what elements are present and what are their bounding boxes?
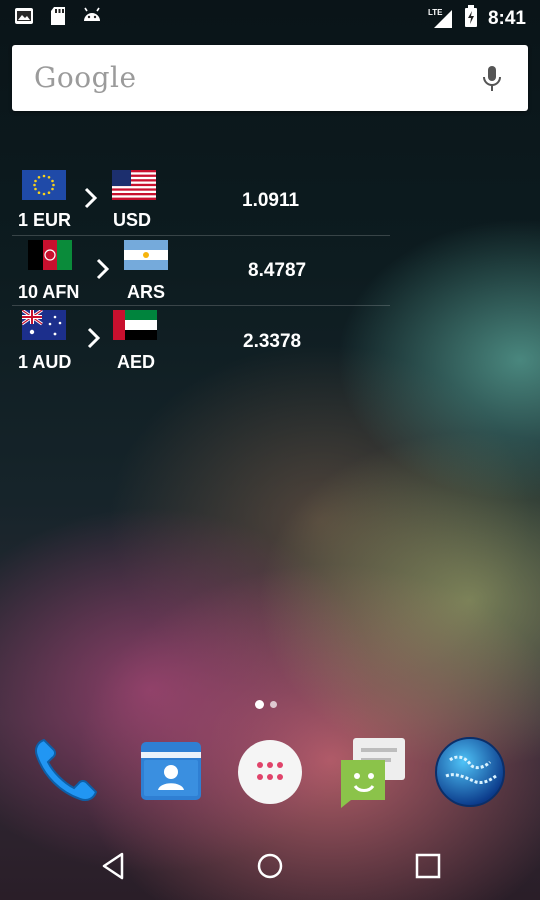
page-dot-active xyxy=(255,700,264,709)
currency-row[interactable]: 10 AFN ARS 8.4787 xyxy=(0,235,392,305)
page-indicator xyxy=(255,700,277,709)
eu-flag-icon xyxy=(22,170,66,200)
chevron-right-icon xyxy=(87,327,101,349)
phone-icon[interactable] xyxy=(28,732,104,808)
currency-widget[interactable]: 1 EUR USD 1.0911 10 AFN ARS 8.4787 1 AUD… xyxy=(0,165,392,375)
contacts-icon[interactable] xyxy=(134,732,210,808)
messaging-icon[interactable] xyxy=(333,732,409,808)
currency-row[interactable]: 1 AUD AED 2.3378 xyxy=(0,305,392,375)
ae-flag-icon xyxy=(113,310,157,340)
af-flag-icon xyxy=(28,240,72,270)
signal-icon: LTE xyxy=(428,8,454,30)
from-currency-label: 10 AFN xyxy=(18,282,80,302)
mic-icon[interactable] xyxy=(482,65,502,98)
clock: 8:41 xyxy=(487,7,526,29)
google-search-bar[interactable]: Google xyxy=(12,45,528,111)
battery-charging-icon xyxy=(464,5,478,32)
page-dot xyxy=(270,701,277,708)
to-currency-label: AED xyxy=(117,352,156,372)
google-logo: Google xyxy=(34,61,137,94)
navigation-bar xyxy=(0,830,540,900)
home-icon[interactable] xyxy=(254,850,286,882)
chevron-right-icon xyxy=(96,258,110,280)
network-label: LTE xyxy=(427,7,443,17)
notification-icons xyxy=(14,6,102,26)
back-icon[interactable] xyxy=(98,850,130,882)
exchange-rate: 2.3378 xyxy=(243,331,302,352)
app-drawer-icon[interactable] xyxy=(232,732,308,808)
android-icon xyxy=(82,6,102,26)
exchange-rate: 1.0911 xyxy=(242,190,300,211)
to-currency-label: ARS xyxy=(127,282,166,302)
exchange-rate: 8.4787 xyxy=(248,260,307,281)
app-dock xyxy=(0,732,540,816)
chevron-right-icon xyxy=(84,187,98,209)
sd-card-icon xyxy=(48,6,68,26)
recents-icon[interactable] xyxy=(412,850,444,882)
to-currency-label: USD xyxy=(113,210,152,230)
gallery-icon xyxy=(14,6,34,26)
system-icons: LTE 8:41 xyxy=(428,5,526,32)
from-currency-label: 1 AUD xyxy=(18,352,72,372)
au-flag-icon xyxy=(21,308,66,340)
browser-icon[interactable] xyxy=(432,732,508,808)
us-flag-icon xyxy=(112,170,156,200)
status-bar: LTE 8:41 xyxy=(0,0,540,34)
currency-row[interactable]: 1 EUR USD 1.0911 xyxy=(0,165,392,235)
from-currency-label: 1 EUR xyxy=(18,210,72,230)
ar-flag-icon xyxy=(124,240,168,270)
